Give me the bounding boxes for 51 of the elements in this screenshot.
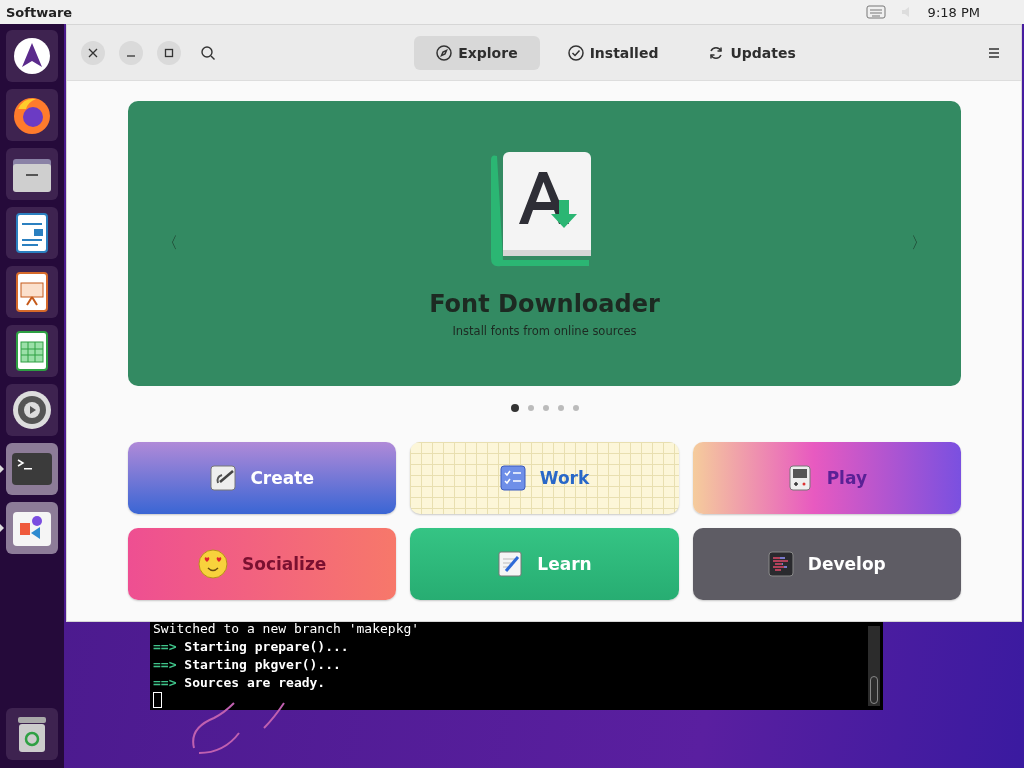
close-button[interactable] [81, 40, 105, 65]
carousel-dot[interactable] [557, 405, 564, 411]
carousel-dot[interactable] [572, 405, 579, 411]
category-button[interactable]: Socialize [128, 528, 397, 600]
dock-item[interactable] [6, 708, 58, 760]
compass-icon [436, 44, 453, 61]
minimize-icon [127, 54, 135, 57]
maximize-button[interactable] [157, 40, 181, 65]
terminal-line: Switched to a new branch 'makepkg' [153, 622, 420, 638]
check-circle-icon [567, 44, 584, 61]
featured-subtitle: Install fonts from online sources [452, 323, 637, 338]
refresh-icon [708, 44, 725, 61]
close-icon [88, 47, 98, 58]
checklist-icon [499, 465, 526, 491]
heart-eyes-emoji-icon [197, 549, 228, 579]
search-icon [200, 44, 216, 61]
dock-item[interactable] [6, 384, 58, 436]
dock-item[interactable] [6, 89, 58, 141]
clock[interactable]: 9:18 PM [927, 4, 980, 20]
notepad-pencil-icon [497, 551, 524, 577]
dock-item[interactable] [6, 266, 58, 318]
previous-button[interactable]: 〈 [162, 233, 178, 254]
tab[interactable]: Updates [686, 35, 818, 70]
dock-item[interactable] [6, 207, 58, 259]
category-button[interactable]: Work [410, 442, 679, 514]
terminal-line: ==> Starting prepare()... [153, 638, 349, 656]
text-cursor [153, 692, 162, 708]
dock-item[interactable] [6, 325, 58, 377]
dock-item[interactable] [6, 148, 58, 200]
category-button[interactable]: Develop [692, 528, 961, 600]
carousel-dot[interactable] [527, 405, 534, 411]
app-name[interactable]: Software [6, 4, 73, 20]
featured-banner[interactable]: 〈 Font Downloader Install fonts from online sources 〉 [128, 101, 961, 386]
tab[interactable]: Installed [545, 35, 681, 70]
carousel-dot[interactable] [542, 405, 549, 411]
terminal-line: ==> Sources are ready. [153, 674, 326, 692]
menu-icon [987, 46, 1001, 59]
minimize-button[interactable] [119, 40, 143, 65]
maximize-icon [164, 47, 174, 58]
brush-icon [210, 465, 237, 491]
handheld-console-icon [786, 465, 813, 491]
tab[interactable]: Explore [414, 35, 540, 70]
terminal-line: ==> Starting pkgver()... [153, 656, 341, 674]
dock-item[interactable] [6, 30, 58, 82]
next-button[interactable]: 〉 [911, 233, 927, 254]
category-button[interactable]: Learn [410, 528, 679, 600]
featured-title: Font Downloader [429, 289, 660, 318]
category-button[interactable]: Play [692, 442, 961, 514]
code-editor-icon [767, 551, 794, 577]
category-button[interactable]: Create [128, 442, 397, 514]
carousel-dot[interactable] [510, 404, 519, 412]
